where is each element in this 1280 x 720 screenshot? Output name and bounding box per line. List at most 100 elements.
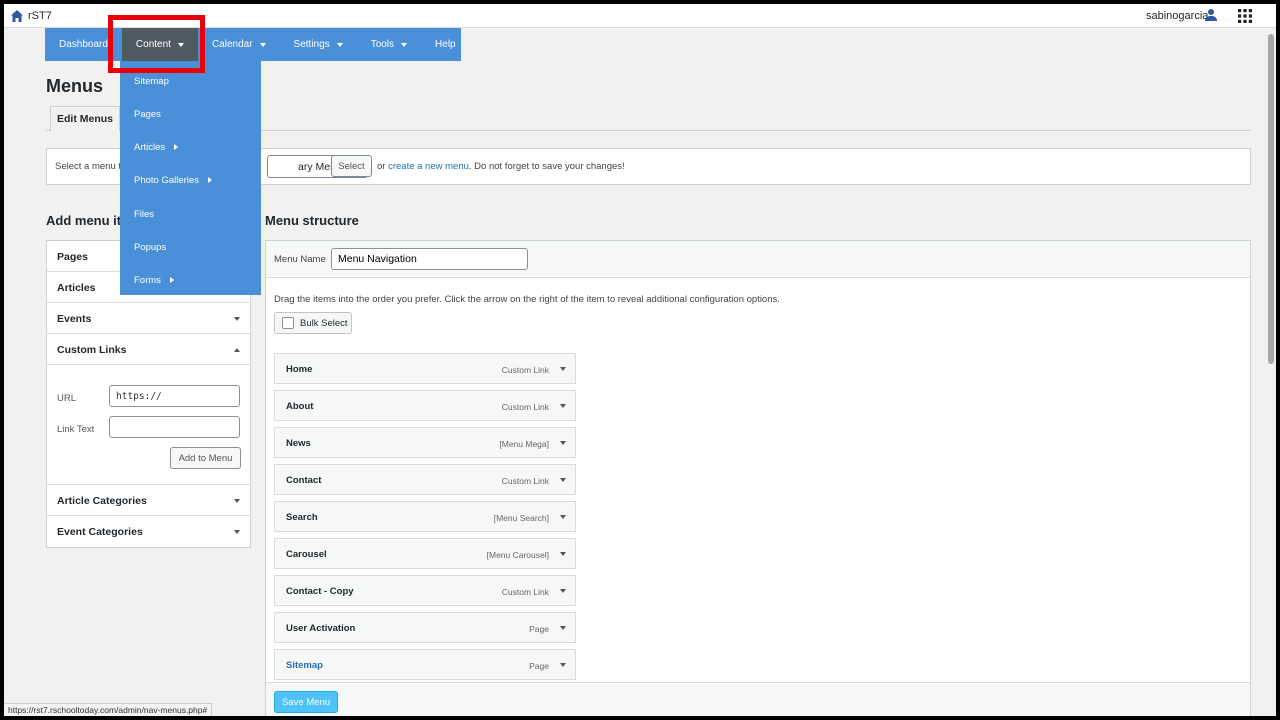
site-name[interactable]: rST7	[28, 10, 52, 22]
expand-arrow-icon[interactable]	[560, 404, 566, 408]
nav-item-calendar[interactable]: Calendar	[198, 28, 280, 61]
caret-down-icon[interactable]	[234, 499, 240, 503]
home-icon[interactable]	[10, 9, 24, 23]
menu-item-search[interactable]: Search [Menu Search]	[274, 501, 576, 532]
nav-item-label: Tools	[370, 39, 395, 50]
username[interactable]: sabinogarcia	[1146, 10, 1208, 22]
caret-down-icon	[401, 42, 408, 47]
nav-item-settings[interactable]: Settings	[280, 28, 357, 61]
menu-item-title: Home	[286, 364, 313, 375]
bulk-select-label: Bulk Select	[300, 318, 348, 329]
dropdown-item-photo-galleries[interactable]: Photo Galleries	[134, 175, 212, 186]
accordion-label: Pages	[57, 251, 88, 263]
caret-down-icon[interactable]	[234, 317, 240, 321]
dropdown-item-articles[interactable]: Articles	[134, 142, 179, 153]
menu-item-contact[interactable]: Contact Custom Link	[274, 464, 576, 495]
add-to-menu-button[interactable]: Add to Menu	[170, 447, 241, 469]
accordion-events[interactable]: Events	[47, 303, 250, 334]
bulk-select-button[interactable]: Bulk Select	[274, 312, 352, 334]
menu-item-title: Contact - Copy	[286, 586, 354, 597]
menu-item-type: Custom Link	[501, 476, 549, 486]
menu-item-title: About	[286, 401, 314, 412]
caret-down-icon[interactable]	[234, 530, 240, 534]
accordion-label: Articles	[57, 282, 96, 294]
expand-arrow-icon[interactable]	[560, 478, 566, 482]
nav-item-label: Help	[435, 39, 456, 50]
bulk-select-checkbox[interactable]	[282, 317, 294, 329]
content-dropdown-menu: Sitemap Pages Articles Photo Galleries Files…	[120, 61, 261, 295]
accordion-custom-links[interactable]: Custom Links	[47, 334, 250, 365]
menu-name-label: Menu Name	[274, 254, 326, 265]
menu-item-title: Search	[286, 512, 318, 523]
user-icon[interactable]	[1204, 8, 1218, 22]
menu-item-type: [Menu Search]	[493, 513, 549, 523]
dropdown-item-forms[interactable]: Forms	[134, 275, 174, 286]
expand-arrow-icon[interactable]	[560, 441, 566, 445]
select-menu-help: or create a new menu. Do not forget to s…	[377, 161, 625, 172]
menu-item-type: Custom Link	[501, 365, 549, 375]
select-menu-prefix: Select a menu to	[55, 161, 127, 172]
dropdown-item-sitemap[interactable]: Sitemap	[134, 76, 169, 87]
save-reminder-text: . Do not forget to save your changes!	[468, 161, 625, 172]
apps-grid-icon[interactable]	[1237, 8, 1253, 24]
caret-right-icon	[174, 144, 179, 150]
dropdown-item-pages[interactable]: Pages	[134, 109, 161, 120]
accordion-event-categories[interactable]: Event Categories	[47, 516, 250, 547]
caret-down-icon	[336, 42, 343, 47]
expand-arrow-icon[interactable]	[560, 626, 566, 630]
select-button[interactable]: Select	[331, 155, 372, 177]
menu-item-type: [Menu Carousel]	[486, 550, 549, 560]
save-menu-button[interactable]: Save Menu	[274, 691, 338, 713]
link-text-input[interactable]	[109, 416, 240, 438]
url-input[interactable]	[109, 385, 240, 407]
expand-arrow-icon[interactable]	[560, 663, 566, 667]
menu-item-title: Contact	[286, 475, 322, 486]
expand-arrow-icon[interactable]	[560, 515, 566, 519]
caret-up-icon[interactable]	[234, 348, 240, 352]
accordion-label: Custom Links	[57, 344, 127, 356]
nav-item-label: Content	[135, 39, 171, 50]
accordion-article-categories[interactable]: Article Categories	[47, 485, 250, 516]
page-scrollbar[interactable]	[1266, 28, 1276, 716]
menu-item-type: Page	[529, 661, 549, 671]
tab-edit-menus[interactable]: Edit Menus	[50, 106, 120, 131]
create-new-menu-link[interactable]: create a new menu	[388, 161, 469, 172]
menu-item-user-activation[interactable]: User Activation Page	[274, 612, 576, 643]
expand-arrow-icon[interactable]	[560, 552, 566, 556]
menu-item-type: Custom Link	[501, 402, 549, 412]
nav-item-help[interactable]: Help	[421, 28, 470, 61]
menu-item-type: [Menu Mega]	[499, 439, 549, 449]
nav-item-tools[interactable]: Tools	[357, 28, 421, 61]
accordion-label: Article Categories	[57, 495, 147, 507]
accordion-label: Event Categories	[57, 526, 143, 538]
nav-item-content[interactable]: Content	[121, 28, 198, 61]
menu-item-home[interactable]: Home Custom Link	[274, 353, 576, 384]
expand-arrow-icon[interactable]	[560, 589, 566, 593]
caret-down-icon	[259, 42, 266, 47]
menu-item-news[interactable]: News [Menu Mega]	[274, 427, 576, 458]
menu-item-carousel[interactable]: Carousel [Menu Carousel]	[274, 538, 576, 569]
accordion-label: Events	[57, 313, 92, 325]
menu-structure-heading: Menu structure	[265, 213, 359, 228]
main-navigation: Dashboard Content Calendar Settings Tools Hel…	[45, 28, 461, 61]
nav-item-dashboard[interactable]: Dashboard	[45, 28, 122, 61]
dropdown-item-popups[interactable]: Popups	[134, 242, 166, 253]
dropdown-item-label: Popups	[134, 242, 167, 253]
menu-item-about[interactable]: About Custom Link	[274, 390, 576, 421]
menu-save-bar: Save Menu	[266, 682, 1250, 716]
nav-item-label: Settings	[293, 39, 330, 50]
dropdown-item-files[interactable]: Files	[134, 209, 154, 220]
menu-item-sitemap[interactable]: Sitemap Page	[274, 649, 576, 680]
menu-item-title: News	[286, 438, 311, 449]
dropdown-item-label: Forms	[134, 275, 161, 286]
scrollbar-thumb[interactable]	[1268, 34, 1274, 364]
dropdown-item-label: Photo Galleries	[134, 175, 199, 186]
browser-viewport: rST7 sabinogarcia Dashboard Content Calend…	[4, 4, 1276, 716]
menu-item-contact-copy[interactable]: Contact - Copy Custom Link	[274, 575, 576, 606]
expand-arrow-icon[interactable]	[560, 367, 566, 371]
page-title: Menus	[46, 76, 104, 96]
drag-instructions: Drag the items into the order you prefer…	[274, 294, 780, 305]
menu-item-type: Page	[529, 624, 549, 634]
caret-right-icon	[169, 277, 174, 283]
menu-name-input[interactable]	[331, 248, 528, 270]
